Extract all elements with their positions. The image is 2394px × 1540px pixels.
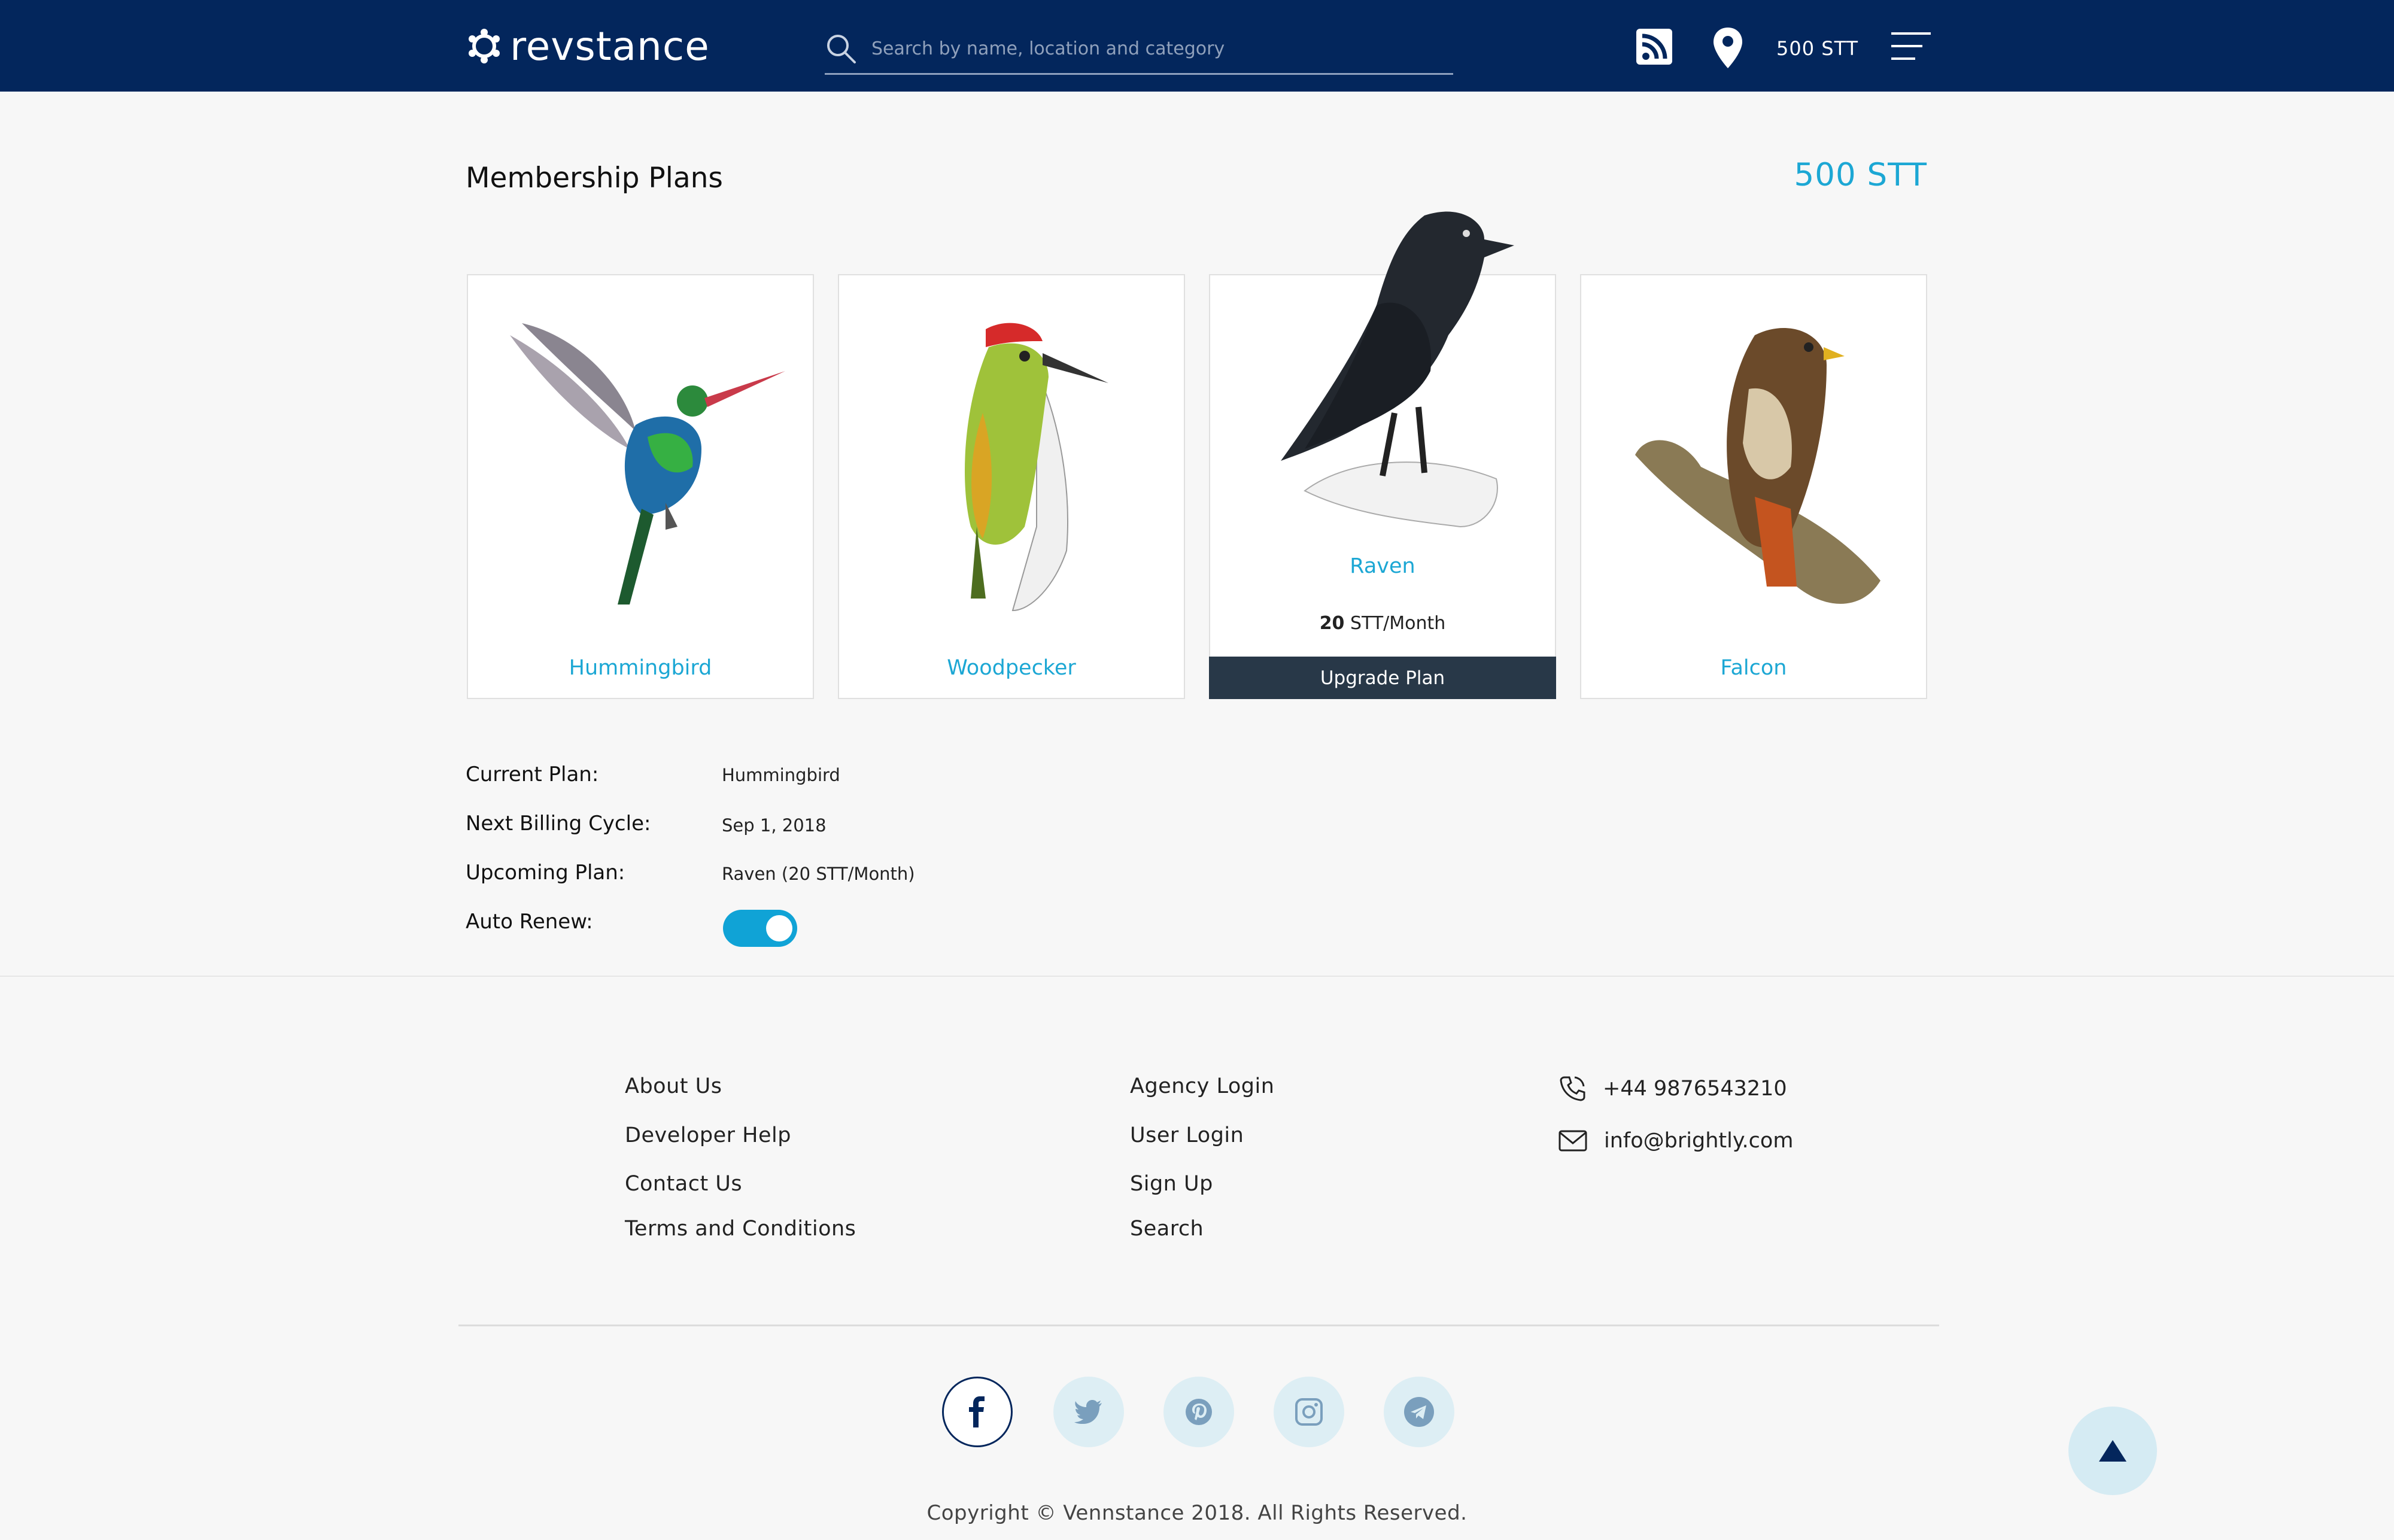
raven-image [1281, 211, 1514, 528]
plan-card-falcon[interactable]: Falcon [1580, 274, 1927, 699]
footer-link-search[interactable]: Search [1130, 1217, 1204, 1241]
plan-card-hummingbird[interactable]: Hummingbird [467, 274, 814, 699]
logo[interactable]: revstance [467, 23, 710, 69]
footer-divider [458, 1325, 1939, 1326]
auto-renew-label: Auto Renew: [466, 910, 593, 934]
auto-renew-toggle[interactable] [723, 910, 797, 947]
facebook-icon[interactable] [942, 1377, 1013, 1447]
copyright: Copyright © Vennstance 2018. All Rights … [926, 1501, 1468, 1525]
footer-link-about-us[interactable]: About Us [625, 1074, 722, 1098]
balance-display: 500 STT [1794, 157, 1927, 193]
footer-link-sign-up[interactable]: Sign Up [1130, 1172, 1213, 1196]
hummingbird-image [510, 323, 785, 605]
phone-icon [1560, 1076, 1585, 1101]
content-divider [0, 976, 2394, 977]
rss-icon[interactable] [1636, 29, 1672, 65]
current-plan-label: Current Plan: [466, 763, 599, 786]
telegram-icon[interactable] [1384, 1377, 1454, 1447]
toggle-knob [766, 915, 792, 941]
next-billing-label: Next Billing Cycle: [466, 812, 651, 836]
footer-phone[interactable]: +44 9876543210 [1558, 1075, 1787, 1102]
footer-email[interactable]: info@brightly.com [1558, 1129, 1793, 1153]
footer-link-developer-help[interactable]: Developer Help [625, 1123, 791, 1147]
scroll-to-top-button[interactable] [2068, 1407, 2157, 1495]
instagram-icon[interactable] [1274, 1377, 1344, 1447]
footer-link-user-login[interactable]: User Login [1130, 1123, 1244, 1147]
arrow-up-icon [2099, 1440, 2126, 1462]
plan-name: Woodpecker [947, 656, 1076, 680]
footer-link-agency-login[interactable]: Agency Login [1130, 1074, 1274, 1098]
current-plan-value: Hummingbird [722, 765, 840, 785]
search-input[interactable] [870, 37, 1453, 60]
email-address: info@brightly.com [1604, 1129, 1794, 1153]
woodpecker-image [965, 323, 1108, 612]
plan-card-woodpecker[interactable]: Woodpecker [838, 274, 1185, 699]
twitter-icon[interactable] [1053, 1377, 1124, 1447]
logo-icon [469, 29, 500, 63]
next-billing-value: Sep 1, 2018 [722, 815, 827, 836]
upcoming-plan-value: Raven (20 STT/Month) [722, 864, 915, 884]
location-pin-icon[interactable] [1712, 26, 1744, 69]
logo-text: revstance [510, 23, 710, 69]
pinterest-icon[interactable] [1163, 1377, 1234, 1447]
search-bar [825, 24, 1453, 75]
header-balance: 500 STT [1776, 37, 1859, 60]
plan-name: Hummingbird [569, 656, 712, 680]
page-title: Membership Plans [466, 162, 723, 195]
footer-link-contact-us[interactable]: Contact Us [625, 1172, 742, 1196]
search-icon [827, 35, 856, 63]
footer-link-terms[interactable]: Terms and Conditions [625, 1217, 856, 1241]
phone-number: +44 9876543210 [1603, 1077, 1787, 1101]
upcoming-plan-label: Upcoming Plan: [466, 861, 625, 885]
mail-icon [1558, 1130, 1587, 1152]
menu-icon[interactable] [1891, 31, 1931, 61]
plan-name: Falcon [1720, 656, 1787, 680]
plan-name: Raven [1350, 554, 1415, 578]
falcon-image [1635, 328, 1880, 604]
plan-price: 20 STT/Month [1319, 613, 1446, 634]
upgrade-plan-button[interactable]: Upgrade Plan [1209, 657, 1556, 699]
